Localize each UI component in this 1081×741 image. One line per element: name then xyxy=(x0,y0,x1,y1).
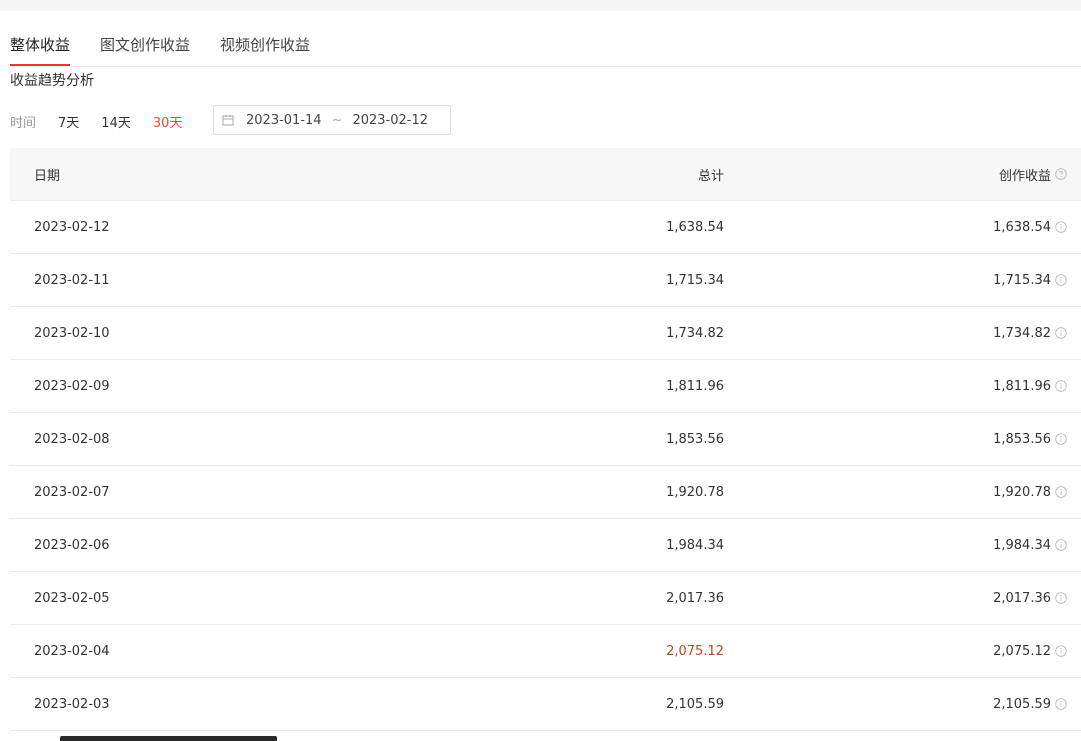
row-earnings: 1,853.56 xyxy=(993,431,1051,447)
header-total: 总计 xyxy=(697,168,724,184)
row-date: 2023-02-10 xyxy=(34,325,110,341)
header-date: 日期 xyxy=(34,168,61,184)
revenue-tabs: 整体收益 图文创作收益 视频创作收益 xyxy=(10,24,340,66)
section-title: 收益趋势分析 xyxy=(10,73,94,89)
row-earnings: 1,638.54 xyxy=(993,219,1051,235)
row-total: 1,734.82 xyxy=(666,325,724,341)
date-separator: ~ xyxy=(331,112,343,128)
table-row: 2023-02-11 1,715.34 1,715.34 xyxy=(10,254,1081,307)
header-earnings-cell: 创作收益 xyxy=(724,165,1067,184)
header-earnings: 创作收益 xyxy=(998,168,1051,184)
range-14-days[interactable]: 14天 xyxy=(101,112,131,131)
row-date: 2023-02-08 xyxy=(34,431,110,447)
table-row: 2023-02-10 1,734.82 1,734.82 xyxy=(10,307,1081,360)
row-earnings-cell: 2,105.59 xyxy=(724,697,1067,712)
info-circle-icon[interactable] xyxy=(1055,433,1067,445)
info-circle-icon[interactable] xyxy=(1055,539,1067,551)
row-total: 1,853.56 xyxy=(666,431,724,447)
row-earnings-cell: 1,984.34 xyxy=(724,538,1067,553)
range-30-days[interactable]: 30天 xyxy=(153,112,183,131)
row-date: 2023-02-05 xyxy=(34,590,110,606)
tab-video-revenue[interactable]: 视频创作收益 xyxy=(220,24,310,66)
row-earnings: 2,017.36 xyxy=(993,590,1051,606)
row-total: 1,984.34 xyxy=(666,537,724,553)
row-earnings: 2,075.12 xyxy=(993,643,1051,659)
table-row: 2023-02-12 1,638.54 1,638.54 xyxy=(10,201,1081,254)
tab-divider xyxy=(10,66,1081,67)
row-earnings: 1,811.96 xyxy=(993,378,1051,394)
table-row: 2023-02-07 1,920.78 1,920.78 xyxy=(10,466,1081,519)
info-circle-icon[interactable] xyxy=(1055,645,1067,657)
row-total: 2,075.12 xyxy=(666,643,724,659)
info-circle-icon[interactable] xyxy=(1055,698,1067,710)
info-circle-icon[interactable] xyxy=(1055,327,1067,339)
row-earnings-cell: 1,638.54 xyxy=(724,220,1067,235)
row-date: 2023-02-09 xyxy=(34,378,110,394)
row-earnings-cell: 2,075.12 xyxy=(724,644,1067,659)
row-total: 2,017.36 xyxy=(666,590,724,606)
row-earnings-cell: 1,853.56 xyxy=(724,432,1067,447)
row-date: 2023-02-12 xyxy=(34,219,110,235)
table-row: 2023-02-03 2,105.59 2,105.59 xyxy=(10,678,1081,731)
row-total: 1,920.78 xyxy=(666,484,724,500)
table-row: 2023-02-05 2,017.36 2,017.36 xyxy=(10,572,1081,625)
row-earnings-cell: 1,715.34 xyxy=(724,273,1067,288)
row-earnings: 2,105.59 xyxy=(993,696,1051,712)
row-earnings-cell: 1,811.96 xyxy=(724,379,1067,394)
row-total: 1,811.96 xyxy=(666,378,724,394)
row-earnings-cell: 1,920.78 xyxy=(724,485,1067,500)
table-row: 2023-02-08 1,853.56 1,853.56 xyxy=(10,413,1081,466)
help-circle-icon[interactable] xyxy=(1055,168,1067,180)
start-date: 2023-01-14 xyxy=(246,112,322,128)
time-filter: 时间 7天 14天 30天 2023-01-14 ~ 2023-02-12 xyxy=(10,105,451,137)
table-row: 2023-02-04 2,075.12 2,075.12 xyxy=(10,625,1081,678)
info-circle-icon[interactable] xyxy=(1055,221,1067,233)
table-row: 2023-02-09 1,811.96 1,811.96 xyxy=(10,360,1081,413)
row-earnings: 1,920.78 xyxy=(993,484,1051,500)
info-circle-icon[interactable] xyxy=(1055,486,1067,498)
row-earnings: 1,984.34 xyxy=(993,537,1051,553)
row-total: 2,105.59 xyxy=(666,696,724,712)
info-circle-icon[interactable] xyxy=(1055,274,1067,286)
range-7-days[interactable]: 7天 xyxy=(58,112,79,131)
row-earnings-cell: 1,734.82 xyxy=(724,326,1067,341)
row-total: 1,638.54 xyxy=(666,219,724,235)
calendar-icon xyxy=(222,115,234,126)
table-row: 2023-02-06 1,984.34 1,984.34 xyxy=(10,519,1081,572)
revenue-table: 日期 总计 创作收益 2023-02-12 1,638.54 1,638.54 … xyxy=(10,148,1081,731)
row-earnings: 1,715.34 xyxy=(993,272,1051,288)
row-date: 2023-02-07 xyxy=(34,484,110,500)
row-date: 2023-02-04 xyxy=(34,643,110,659)
row-date: 2023-02-03 xyxy=(34,696,110,712)
row-date: 2023-02-06 xyxy=(34,537,110,553)
info-circle-icon[interactable] xyxy=(1055,380,1067,392)
tab-article-revenue[interactable]: 图文创作收益 xyxy=(100,24,190,66)
date-range-picker[interactable]: 2023-01-14 ~ 2023-02-12 xyxy=(213,105,451,135)
info-circle-icon[interactable] xyxy=(1055,592,1067,604)
filter-label: 时间 xyxy=(10,115,37,131)
row-total: 1,715.34 xyxy=(666,272,724,288)
end-date: 2023-02-12 xyxy=(352,112,429,128)
top-bar xyxy=(0,0,1081,11)
bottom-scrollbar[interactable] xyxy=(60,736,277,741)
tab-overall-revenue[interactable]: 整体收益 xyxy=(10,24,71,66)
table-header: 日期 总计 创作收益 xyxy=(10,148,1081,201)
row-date: 2023-02-11 xyxy=(34,272,110,288)
row-earnings-cell: 2,017.36 xyxy=(724,591,1067,606)
row-earnings: 1,734.82 xyxy=(993,325,1051,341)
